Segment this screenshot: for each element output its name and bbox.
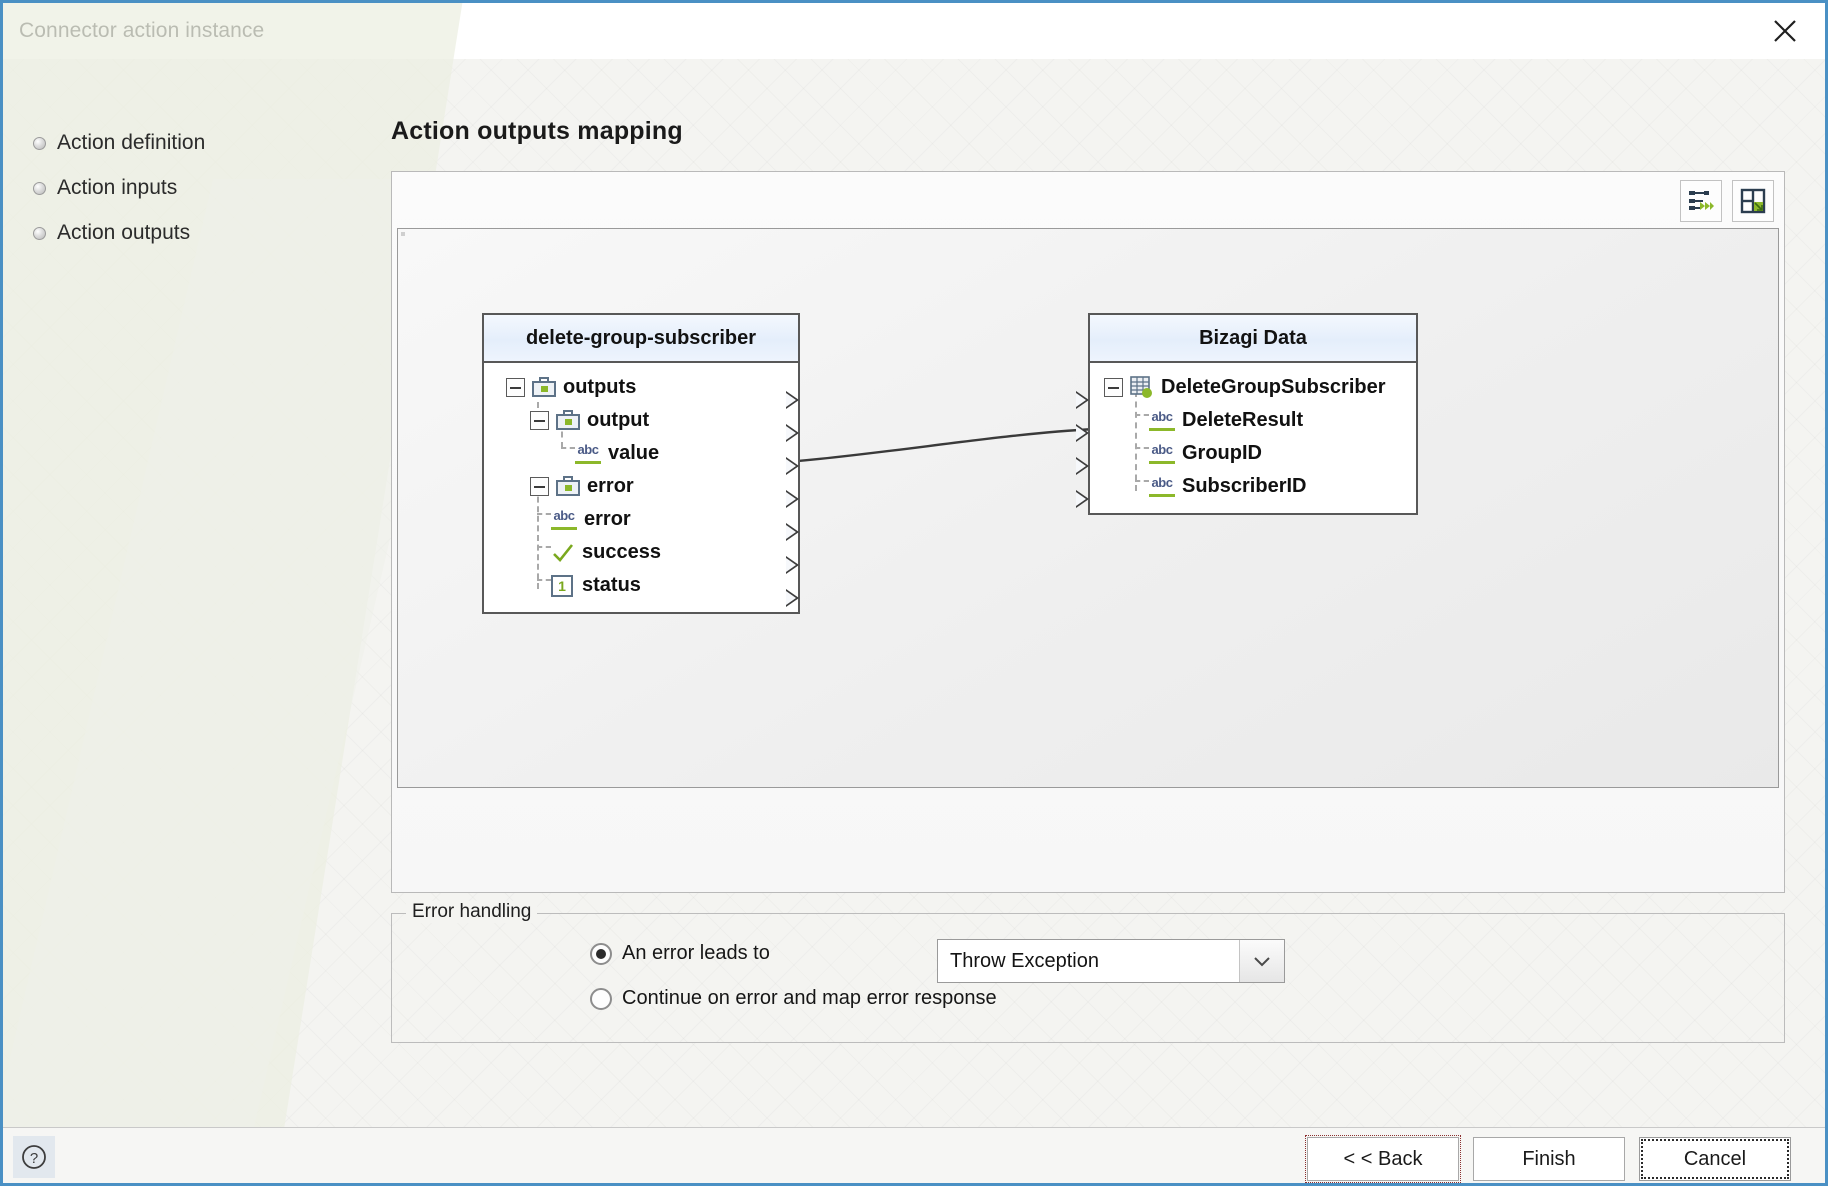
port-error[interactable] xyxy=(786,523,799,541)
tree-node-value[interactable]: abc value xyxy=(484,437,798,470)
collapse-icon[interactable] xyxy=(1104,378,1123,397)
error-action-select[interactable]: Throw Exception xyxy=(937,939,1285,983)
abc-icon: abc xyxy=(551,509,577,530)
source-tree: outputs output abc value error abc error… xyxy=(484,363,798,612)
radio-label: An error leads to xyxy=(622,942,770,964)
tree-node-label: success xyxy=(582,541,661,563)
mapping-toolbar xyxy=(1680,180,1774,222)
tree-node-groupid[interactable]: abc GroupID xyxy=(1090,437,1416,470)
radio-icon[interactable] xyxy=(590,942,612,965)
error-handling-legend: Error handling xyxy=(406,901,538,923)
port-subscriberid[interactable] xyxy=(1076,490,1089,508)
page-title: Action outputs mapping xyxy=(391,117,683,145)
dialog-body: Action definition Action inputs Action o… xyxy=(3,3,1825,1183)
tree-node-label: output xyxy=(587,409,650,431)
port-deleteresult[interactable] xyxy=(1076,424,1089,442)
source-panel-title: delete-group-subscriber xyxy=(484,315,798,363)
radio-label: Continue on error and map error response xyxy=(622,987,997,1009)
bullet-icon xyxy=(33,181,46,195)
tree-node-deleteresult[interactable]: abc DeleteResult xyxy=(1090,404,1416,437)
layout-icon[interactable] xyxy=(1732,180,1774,222)
number-icon: 1 xyxy=(551,574,573,597)
briefcase-icon xyxy=(556,475,580,498)
radio-continue-on-error[interactable]: Continue on error and map error response xyxy=(590,987,997,1010)
dialog-footer: ? < < Back Finish Cancel xyxy=(3,1127,1825,1183)
tree-node-error[interactable]: abc error xyxy=(484,503,798,536)
radio-an-error-leads-to[interactable]: An error leads to xyxy=(590,942,770,965)
tree-node-status[interactable]: 1 status xyxy=(484,569,798,602)
port-status[interactable] xyxy=(786,589,799,607)
check-icon xyxy=(551,542,575,564)
briefcase-icon xyxy=(556,409,580,432)
target-panel-title: Bizagi Data xyxy=(1090,315,1416,363)
abc-icon: abc xyxy=(575,443,601,464)
entity-icon xyxy=(1130,376,1154,399)
briefcase-icon xyxy=(532,376,556,399)
bullet-icon xyxy=(33,136,46,150)
auto-map-icon[interactable] xyxy=(1680,180,1722,222)
error-action-select-value: Throw Exception xyxy=(950,949,1099,972)
tree-node-error-group[interactable]: error xyxy=(484,470,798,503)
abc-icon: abc xyxy=(1149,476,1175,497)
port-value[interactable] xyxy=(786,457,799,475)
tree-node-label: SubscriberID xyxy=(1182,475,1307,497)
sidebar-item-label: Action outputs xyxy=(57,221,191,244)
port-deletegroupsubscriber[interactable] xyxy=(1076,391,1089,409)
finish-button[interactable]: Finish xyxy=(1473,1137,1625,1181)
sidebar-item-label: Action inputs xyxy=(57,176,178,199)
tree-node-success[interactable]: success xyxy=(484,536,798,569)
port-error-group[interactable] xyxy=(786,490,799,508)
source-panel: delete-group-subscriber outputs output a… xyxy=(482,313,800,614)
tree-node-outputs[interactable]: outputs xyxy=(484,371,798,404)
collapse-icon[interactable] xyxy=(530,477,549,496)
tree-node-output[interactable]: output xyxy=(484,404,798,437)
collapse-icon[interactable] xyxy=(506,378,525,397)
sidebar-item-action-inputs[interactable]: Action inputs xyxy=(33,176,177,200)
target-tree: DeleteGroupSubscriber abc DeleteResult a… xyxy=(1090,363,1416,513)
connector-action-instance-dialog: Connector action instance Action definit… xyxy=(0,0,1828,1186)
tree-node-subscriberid[interactable]: abc SubscriberID xyxy=(1090,470,1416,503)
error-handling-group: Error handling An error leads to Continu… xyxy=(391,901,1785,1043)
tree-node-label: DeleteGroupSubscriber xyxy=(1161,376,1386,398)
tree-node-label: status xyxy=(582,574,641,596)
canvas-corner-marker xyxy=(401,232,405,236)
sidebar-item-action-outputs[interactable]: Action outputs xyxy=(33,221,190,245)
tree-node-label: value xyxy=(608,442,660,464)
chevron-down-icon[interactable] xyxy=(1239,940,1284,982)
port-groupid[interactable] xyxy=(1076,457,1089,475)
mapping-card: delete-group-subscriber outputs output a… xyxy=(391,171,1785,893)
port-outputs[interactable] xyxy=(786,391,799,409)
bullet-icon xyxy=(33,226,46,240)
close-icon[interactable] xyxy=(1763,9,1807,53)
port-success[interactable] xyxy=(786,556,799,574)
back-button[interactable]: < < Back xyxy=(1305,1135,1461,1183)
cancel-button[interactable]: Cancel xyxy=(1639,1137,1791,1181)
tree-node-label: error xyxy=(587,475,634,497)
abc-icon: abc xyxy=(1149,410,1175,431)
abc-icon: abc xyxy=(1149,443,1175,464)
tree-node-label: GroupID xyxy=(1182,442,1262,464)
collapse-icon[interactable] xyxy=(530,411,549,430)
tree-node-label: outputs xyxy=(563,376,637,398)
target-panel: Bizagi Data DeleteGroupSubscriber abc De… xyxy=(1076,313,1418,515)
help-icon[interactable]: ? xyxy=(13,1136,55,1178)
svg-text:?: ? xyxy=(30,1150,38,1167)
tree-node-label: DeleteResult xyxy=(1182,409,1304,431)
sidebar-item-action-definition[interactable]: Action definition xyxy=(33,131,205,155)
port-output[interactable] xyxy=(786,424,799,442)
radio-icon[interactable] xyxy=(590,987,612,1010)
sidebar-item-label: Action definition xyxy=(57,131,206,154)
tree-node-deletegroupsubscriber[interactable]: DeleteGroupSubscriber xyxy=(1090,371,1416,404)
mapping-canvas[interactable]: delete-group-subscriber outputs output a… xyxy=(397,228,1779,788)
tree-node-label: error xyxy=(584,508,631,530)
